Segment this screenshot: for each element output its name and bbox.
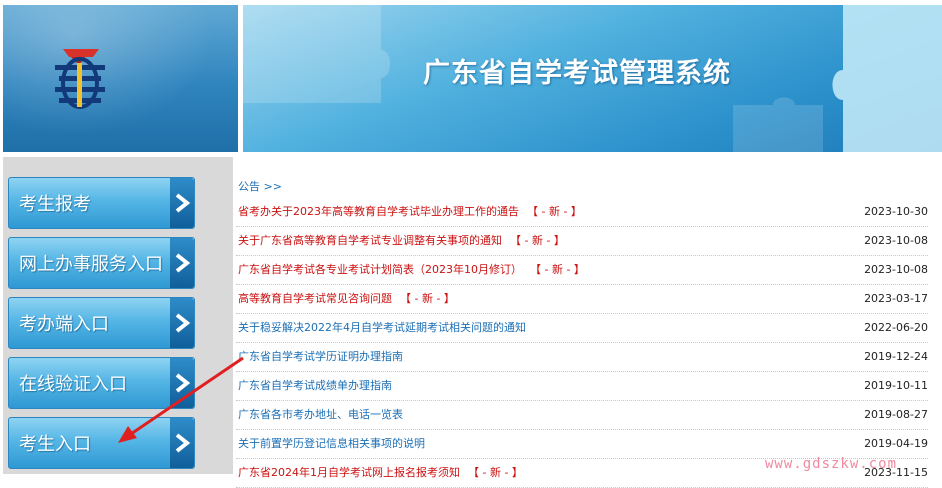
nav-item-online-verification[interactable]: 在线验证入口 xyxy=(8,357,195,409)
new-badge: 【 - 新 - 】 xyxy=(527,205,582,218)
notice-title-link[interactable]: 关于广东省高等教育自学考试专业调整有关事项的通知 xyxy=(238,227,502,255)
system-title: 广东省自学考试管理系统 xyxy=(423,58,731,89)
nav-item-candidate-portal[interactable]: 考生入口 xyxy=(8,417,195,469)
nav-item-label: 网上办事服务入口 xyxy=(19,254,163,275)
notice-row: 关于稳妥解决2022年4月自学考试延期考试相关问题的通知 2022-06-20 xyxy=(236,314,928,343)
notice-title-link[interactable]: 广东省自学考试学历证明办理指南 xyxy=(238,343,403,371)
puzzle-piece-icon xyxy=(832,5,942,152)
notice-list: 公告 >> 省考办关于2023年高等教育自学考试毕业办理工作的通告【 - 新 -… xyxy=(236,176,928,488)
notice-row: 广东省自学考试各专业考试计划简表（2023年10月修订） 【 - 新 - 】 202… xyxy=(236,256,928,285)
notice-title-link[interactable]: 广东省自学考试各专业考试计划简表（2023年10月修订） xyxy=(238,256,522,284)
notice-row: 高等教育自学考试常见咨询问题【 - 新 - 】 2023-03-17 xyxy=(236,285,928,314)
notice-title-link[interactable]: 关于前置学历登记信息相关事项的说明 xyxy=(238,430,425,458)
notice-date: 2023-03-17 xyxy=(864,292,928,305)
nav-item-label: 考生入口 xyxy=(19,434,91,455)
provincial-emblem-icon xyxy=(55,49,105,109)
notice-title-link[interactable]: 广东省各市考办地址、电话一览表 xyxy=(238,401,403,429)
notice-date: 2023-10-08 xyxy=(864,234,928,247)
nav-item-office-portal[interactable]: 考办端入口 xyxy=(8,297,195,349)
nav-item-exam-registration[interactable]: 考生报考 xyxy=(8,177,195,229)
nav-item-online-services[interactable]: 网上办事服务入口 xyxy=(8,237,195,289)
new-badge: 【 - 新 - 】 xyxy=(468,466,523,479)
notice-row: 关于广东省高等教育自学考试专业调整有关事项的通知【 - 新 - 】 2023-10… xyxy=(236,227,928,256)
notice-title-link[interactable]: 高等教育自学考试常见咨询问题 xyxy=(238,285,392,313)
chevron-right-icon xyxy=(170,298,194,348)
chevron-right-icon xyxy=(170,358,194,408)
notice-title-link[interactable]: 关于稳妥解决2022年4月自学考试延期考试相关问题的通知 xyxy=(238,314,526,342)
chevron-right-icon xyxy=(170,178,194,228)
notice-row: 广东省自学考试学历证明办理指南 2019-12-24 xyxy=(236,343,928,372)
notice-date: 2019-04-19 xyxy=(864,437,928,450)
notice-title-link[interactable]: 省考办关于2023年高等教育自学考试毕业办理工作的通告 xyxy=(238,198,519,226)
notice-title-link[interactable]: 广东省自学考试成绩单办理指南 xyxy=(238,372,392,400)
notice-date: 2023-10-08 xyxy=(864,263,928,276)
new-badge: 【 - 新 - 】 xyxy=(400,292,455,305)
notice-row: 关于前置学历登记信息相关事项的说明 2019-04-19 xyxy=(236,430,928,459)
notice-row: 广东省各市考办地址、电话一览表 2019-08-27 xyxy=(236,401,928,430)
notice-date: 2022-06-20 xyxy=(864,321,928,334)
notice-date: 2023-10-30 xyxy=(864,205,928,218)
notice-date: 2019-08-27 xyxy=(864,408,928,421)
puzzle-corner-icon xyxy=(733,97,823,152)
notice-date: 2019-10-11 xyxy=(864,379,928,392)
notice-date: 2019-12-24 xyxy=(864,350,928,363)
watermark: www.gdszkw.com xyxy=(765,456,898,472)
notice-title-link[interactable]: 广东省2024年1月自学考试网上报名报考须知 xyxy=(238,459,460,487)
left-nav: 考生报考 网上办事服务入口 考办端入口 在线验证入口 考生入口 xyxy=(3,157,233,474)
logo-panel xyxy=(3,5,238,152)
new-badge: 【 - 新 - 】 xyxy=(510,234,565,247)
chevron-right-icon xyxy=(170,418,194,468)
new-badge: 【 - 新 - 】 xyxy=(530,263,585,276)
puzzle-decoration-icon xyxy=(243,5,390,103)
nav-item-label: 在线验证入口 xyxy=(19,374,127,395)
nav-item-label: 考生报考 xyxy=(19,194,91,215)
notice-row: 省考办关于2023年高等教育自学考试毕业办理工作的通告【 - 新 - 】 2023… xyxy=(236,198,928,227)
chevron-right-icon xyxy=(170,238,194,288)
notice-row: 广东省自学考试成绩单办理指南 2019-10-11 xyxy=(236,372,928,401)
header-banner: 广东省自学考试管理系统 xyxy=(243,5,942,152)
nav-item-label: 考办端入口 xyxy=(19,314,109,335)
notice-header-link[interactable]: 公告 >> xyxy=(236,176,928,198)
